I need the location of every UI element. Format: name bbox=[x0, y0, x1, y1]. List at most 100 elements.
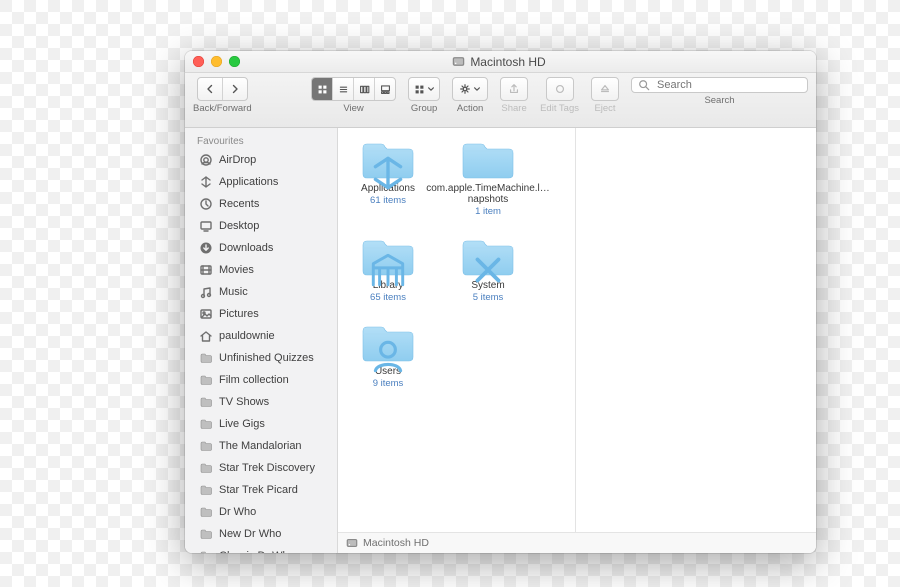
sidebar-item[interactable]: AirDrop bbox=[185, 149, 337, 171]
folder-icon bbox=[361, 235, 415, 277]
action-group: Action bbox=[452, 77, 488, 114]
share-button[interactable] bbox=[500, 77, 528, 101]
recents-icon bbox=[199, 197, 213, 211]
sidebar-item[interactable]: TV Shows bbox=[185, 391, 337, 413]
forward-button[interactable] bbox=[223, 78, 247, 100]
nav-label: Back/Forward bbox=[193, 103, 252, 114]
search-group: Search bbox=[631, 77, 808, 106]
sidebar-item[interactable]: Star Trek Picard bbox=[185, 479, 337, 501]
folder-icon bbox=[199, 505, 213, 519]
home-icon bbox=[199, 329, 213, 343]
apps-glyph bbox=[361, 152, 415, 194]
sidebar-item-label: Live Gigs bbox=[219, 418, 265, 430]
movies-icon bbox=[199, 263, 213, 277]
view-icons-button[interactable] bbox=[312, 78, 333, 100]
sidebar-item-label: Applications bbox=[219, 176, 278, 188]
sidebar-item[interactable]: pauldownie bbox=[185, 325, 337, 347]
action-button[interactable] bbox=[453, 78, 487, 100]
path-location: Macintosh HD bbox=[363, 537, 429, 549]
users-glyph bbox=[361, 335, 415, 377]
group-button[interactable] bbox=[409, 78, 439, 100]
window-title: Macintosh HD bbox=[470, 55, 545, 69]
sidebar-item-label: Classic Dr Who bbox=[219, 550, 295, 553]
sidebar-item-label: pauldownie bbox=[219, 330, 275, 342]
sidebar-item-label: The Mandalorian bbox=[219, 440, 302, 452]
sidebar-item[interactable]: Unfinished Quizzes bbox=[185, 347, 337, 369]
sidebar-item-label: TV Shows bbox=[219, 396, 269, 408]
sidebar-item[interactable]: Live Gigs bbox=[185, 413, 337, 435]
sidebar-item[interactable]: Classic Dr Who bbox=[185, 545, 337, 553]
search-field[interactable] bbox=[631, 77, 808, 93]
sidebar-item-label: Movies bbox=[219, 264, 254, 276]
share-group: Share bbox=[500, 77, 528, 114]
sidebar-item-label: New Dr Who bbox=[219, 528, 281, 540]
folder-icon bbox=[461, 138, 515, 180]
action-label: Action bbox=[457, 103, 483, 114]
desktop-icon bbox=[199, 219, 213, 233]
system-glyph bbox=[461, 249, 515, 291]
sidebar-item[interactable]: Applications bbox=[185, 171, 337, 193]
sidebar-item[interactable]: New Dr Who bbox=[185, 523, 337, 545]
folder-icon bbox=[461, 235, 515, 277]
view-group: View bbox=[311, 77, 396, 114]
sidebar-item[interactable]: The Mandalorian bbox=[185, 435, 337, 457]
eject-button[interactable] bbox=[591, 77, 619, 101]
view-label: View bbox=[343, 103, 363, 114]
folder-item[interactable]: System5 items bbox=[452, 235, 524, 303]
sidebar-item-label: AirDrop bbox=[219, 154, 256, 166]
sidebar-item[interactable]: Music bbox=[185, 281, 337, 303]
sidebar-item[interactable]: Dr Who bbox=[185, 501, 337, 523]
sidebar-item[interactable]: Downloads bbox=[185, 237, 337, 259]
view-gallery-button[interactable] bbox=[375, 78, 395, 100]
view-columns-button[interactable] bbox=[354, 78, 375, 100]
folder-icon bbox=[199, 417, 213, 431]
sidebar-item-label: Film collection bbox=[219, 374, 289, 386]
sidebar-item[interactable]: Desktop bbox=[185, 215, 337, 237]
sidebar-item-label: Recents bbox=[219, 198, 259, 210]
back-button[interactable] bbox=[198, 78, 223, 100]
folder-icon bbox=[361, 138, 415, 180]
path-bar[interactable]: Macintosh HD bbox=[338, 532, 816, 553]
folder-item[interactable]: Users9 items bbox=[352, 321, 424, 389]
sidebar-item-label: Downloads bbox=[219, 242, 273, 254]
tags-label: Edit Tags bbox=[540, 103, 579, 114]
nav-group: Back/Forward bbox=[193, 77, 252, 114]
share-label: Share bbox=[501, 103, 526, 114]
folder-icon bbox=[199, 395, 213, 409]
folder-item-count: 9 items bbox=[373, 378, 404, 389]
search-icon bbox=[638, 79, 650, 91]
folder-icon bbox=[199, 351, 213, 365]
preview-column[interactable] bbox=[575, 128, 816, 532]
sidebar-item[interactable]: Film collection bbox=[185, 369, 337, 391]
sidebar-item-label: Desktop bbox=[219, 220, 259, 232]
music-icon bbox=[199, 285, 213, 299]
folder-item[interactable]: com.apple.TimeMachine.l…napshots1 item bbox=[452, 138, 524, 217]
sidebar-item-label: Star Trek Discovery bbox=[219, 462, 315, 474]
sidebar-item[interactable]: Pictures bbox=[185, 303, 337, 325]
folder-item[interactable]: Library65 items bbox=[352, 235, 424, 303]
search-input[interactable] bbox=[655, 78, 801, 92]
volume-icon bbox=[346, 537, 358, 549]
folder-item-count: 65 items bbox=[370, 292, 406, 303]
folder-item-count: 1 item bbox=[475, 206, 501, 217]
folder-icon bbox=[199, 373, 213, 387]
sidebar-item[interactable]: Recents bbox=[185, 193, 337, 215]
folder-item-count: 5 items bbox=[473, 292, 504, 303]
tags-group: Edit Tags bbox=[540, 77, 579, 114]
sidebar[interactable]: Favourites AirDrop Applications Recents Desk… bbox=[185, 128, 338, 553]
group-group: Group bbox=[408, 77, 440, 114]
sidebar-item[interactable]: Movies bbox=[185, 259, 337, 281]
toolbar: Back/Forward View Group bbox=[185, 73, 816, 128]
folder-item[interactable]: Applications61 items bbox=[352, 138, 424, 217]
volume-icon bbox=[452, 55, 465, 68]
sidebar-item[interactable]: Star Trek Discovery bbox=[185, 457, 337, 479]
folder-icon bbox=[361, 321, 415, 363]
view-list-button[interactable] bbox=[333, 78, 354, 100]
edit-tags-button[interactable] bbox=[546, 77, 574, 101]
folder-icon bbox=[199, 461, 213, 475]
icon-grid-column[interactable]: Applications61 items com.apple.TimeMachin… bbox=[338, 128, 575, 532]
sidebar-item-label: Star Trek Picard bbox=[219, 484, 298, 496]
group-label: Group bbox=[411, 103, 437, 114]
sidebar-section-header: Favourites bbox=[185, 132, 337, 149]
search-label: Search bbox=[631, 95, 808, 106]
